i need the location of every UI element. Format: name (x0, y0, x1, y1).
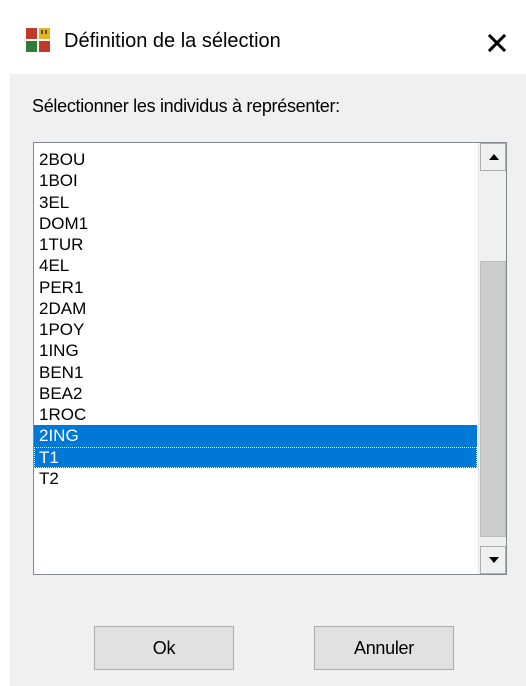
individuals-listbox[interactable]: 2BOU 1BOI 3EL DOM1 1TUR 4EL PER1 2DAM 1POY 1ING BE… (33, 142, 507, 575)
selection-dialog: Définition de la sélection Sélectionner … (10, 10, 526, 686)
list-item[interactable]: 1TUR (34, 234, 477, 255)
list-item[interactable]: DOM1 (34, 213, 477, 234)
scroll-down-button[interactable] (480, 546, 506, 574)
list-item[interactable]: 3EL (34, 192, 477, 213)
list-item[interactable]: T1 (34, 446, 477, 468)
vertical-scrollbar[interactable] (478, 143, 506, 574)
list-item[interactable]: PER1 (34, 277, 477, 298)
list-item[interactable]: 1ING (34, 340, 477, 361)
dialog-title: Définition de la sélection (64, 30, 281, 52)
close-button[interactable] (481, 29, 513, 57)
scroll-up-button[interactable] (480, 143, 506, 171)
list-item[interactable]: 1ROC (34, 404, 477, 425)
arrow-down-icon (489, 557, 499, 563)
app-grid-icon (26, 28, 50, 52)
list-item[interactable]: 1BOI (34, 170, 477, 191)
selection-prompt: Sélectionner les individus à représenter… (32, 96, 340, 116)
list-item[interactable]: 1POY (34, 319, 477, 340)
scroll-thumb[interactable] (480, 261, 506, 537)
list-item[interactable]: BEN1 (34, 362, 477, 383)
title-bar[interactable]: Définition de la sélection (10, 10, 526, 74)
close-icon (481, 29, 513, 57)
arrow-up-icon (489, 154, 499, 160)
list-items: 2BOU 1BOI 3EL DOM1 1TUR 4EL PER1 2DAM 1POY 1ING BE… (34, 149, 477, 489)
list-item[interactable]: 4EL (34, 255, 477, 276)
list-item[interactable]: 2ING (34, 425, 477, 447)
list-item[interactable]: 2DAM (34, 298, 477, 319)
ok-button[interactable]: Ok (94, 626, 234, 670)
cancel-button[interactable]: Annuler (314, 626, 454, 670)
list-item[interactable]: 2BOU (34, 149, 477, 170)
list-item[interactable]: BEA2 (34, 383, 477, 404)
list-item[interactable]: T2 (34, 468, 477, 489)
